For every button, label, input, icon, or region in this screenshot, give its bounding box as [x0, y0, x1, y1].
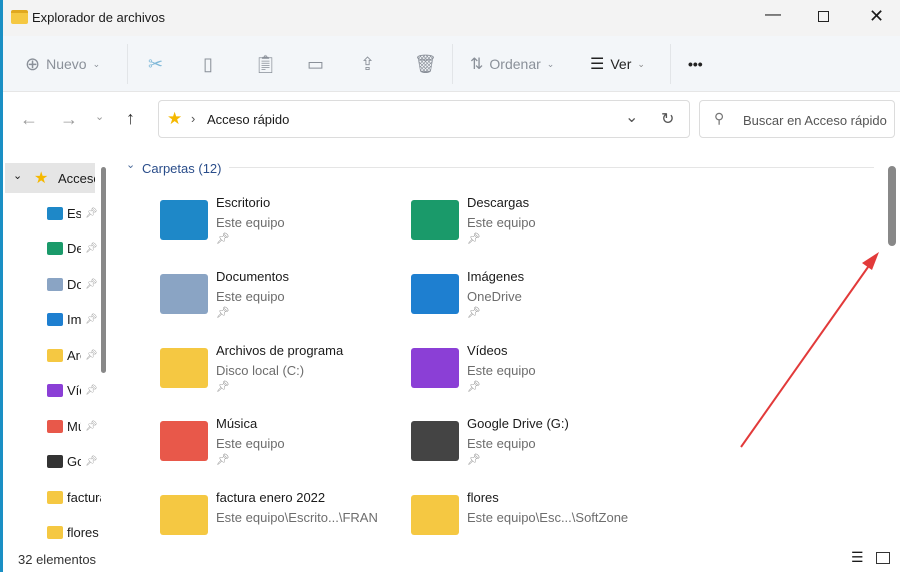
- annotation-arrow: [740, 252, 879, 448]
- details-view-icon[interactable]: ☰: [851, 549, 864, 566]
- status-bar: 32 elementos ☰: [3, 545, 900, 572]
- item-count: 32 elementos: [18, 552, 97, 567]
- tiles-view-icon[interactable]: [876, 552, 890, 564]
